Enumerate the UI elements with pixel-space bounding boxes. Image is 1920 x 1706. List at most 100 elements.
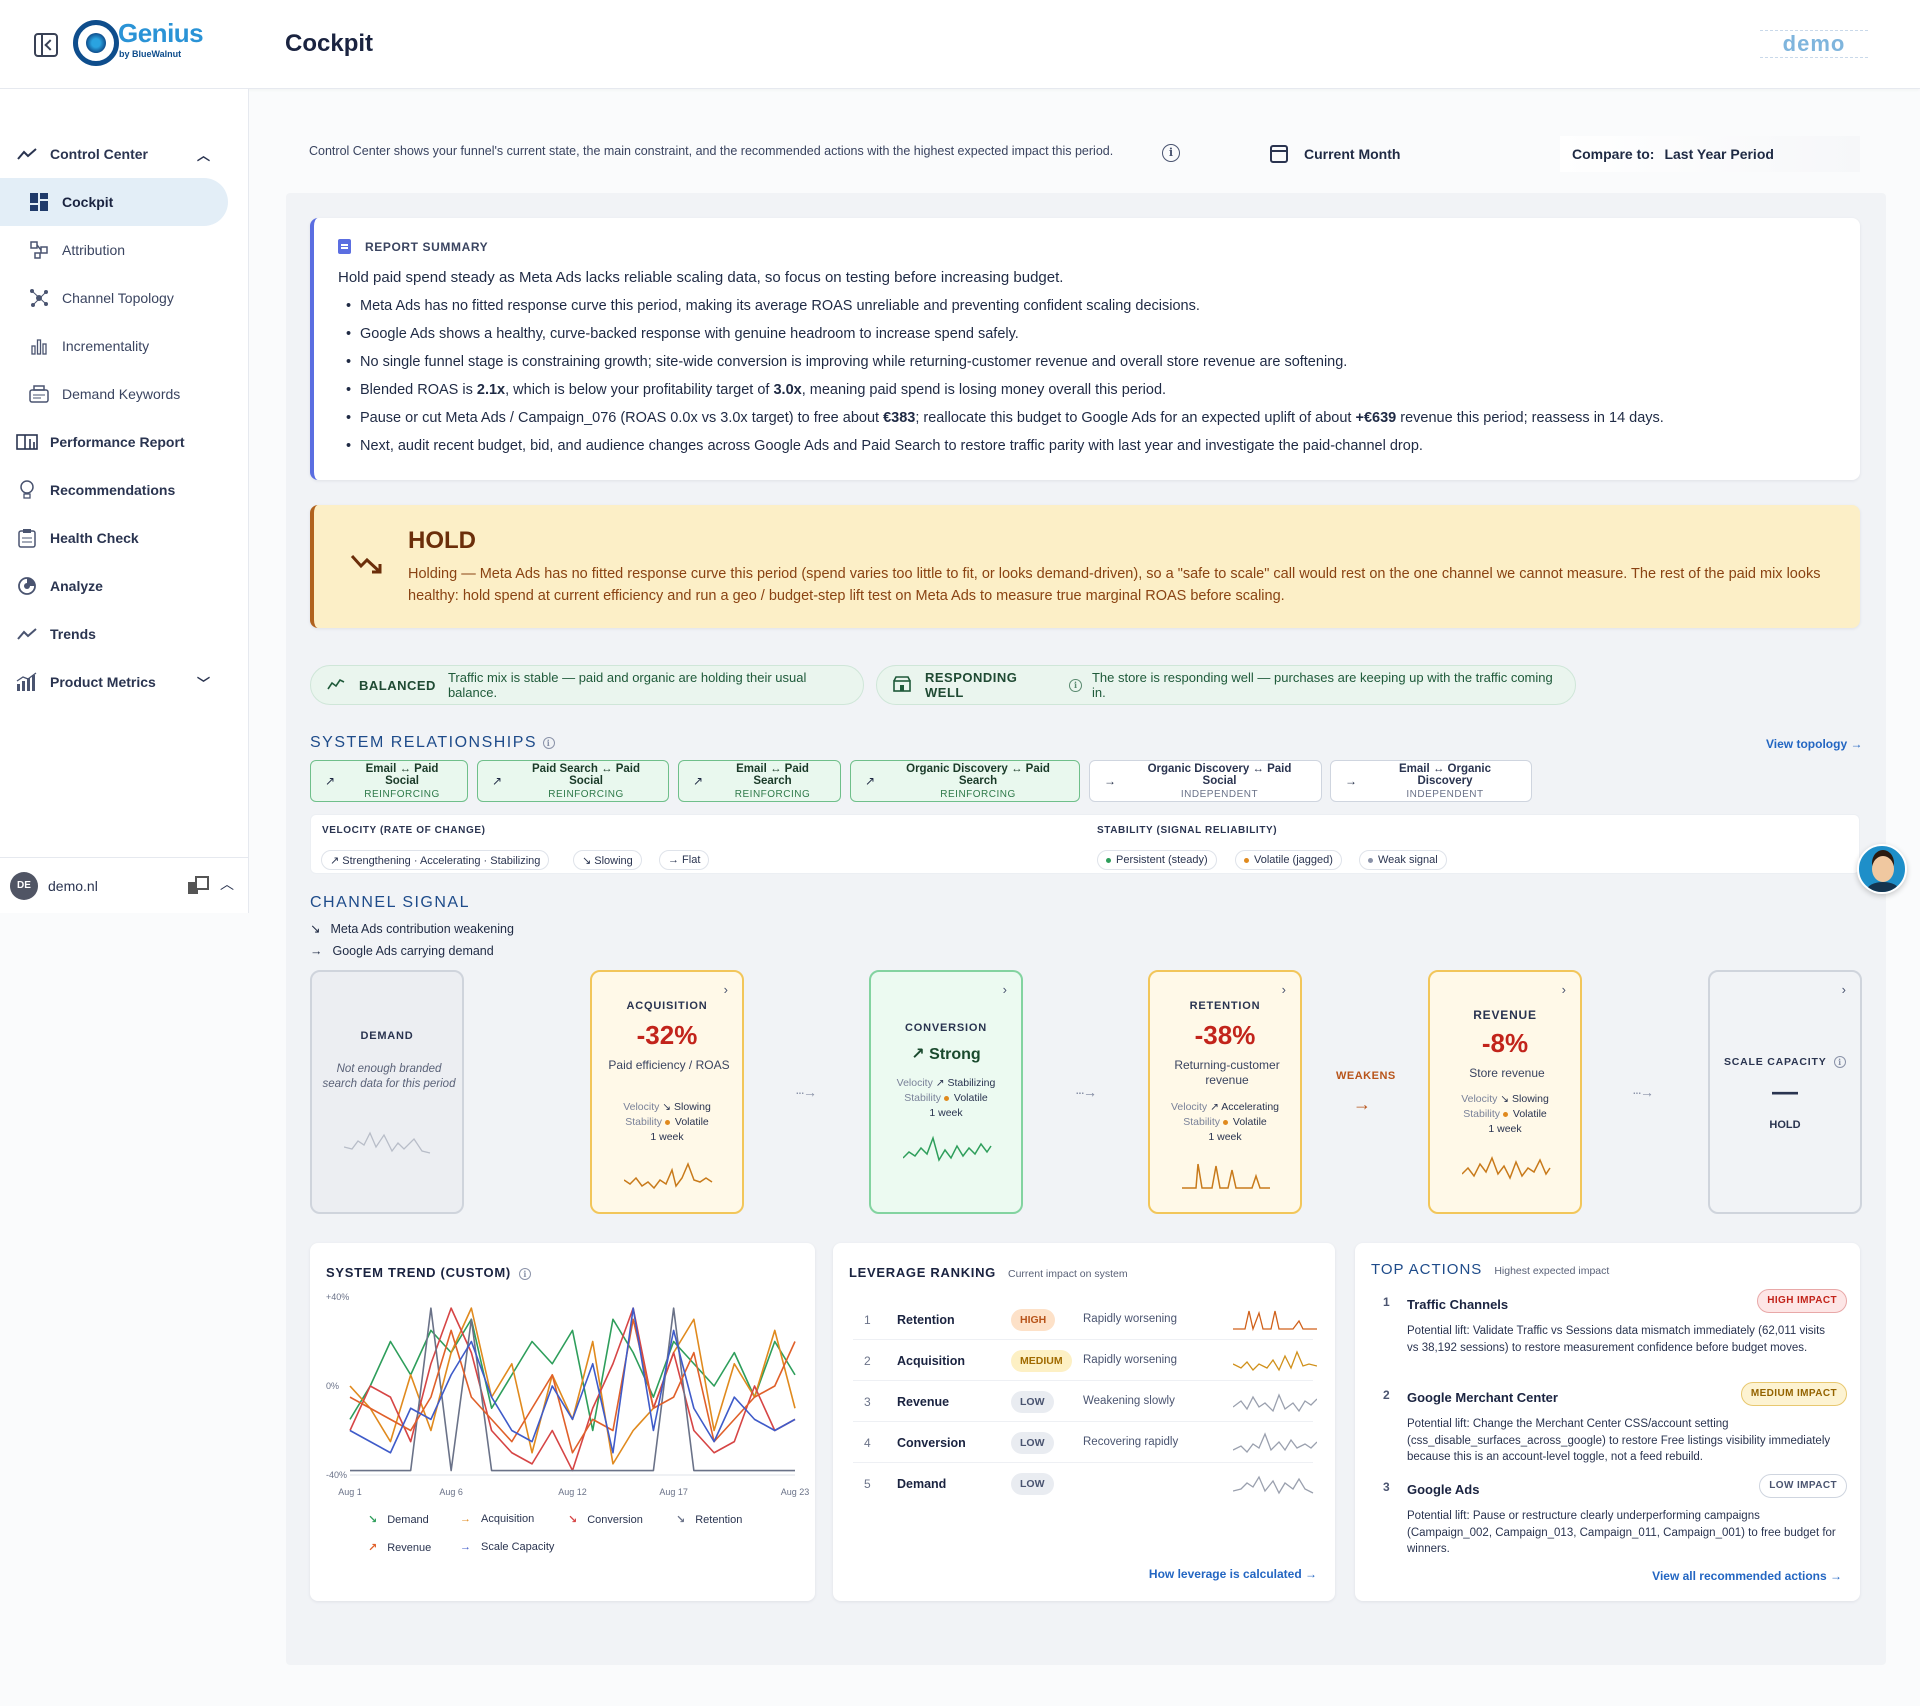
arrow-up-right-icon: ↗ — [693, 774, 704, 788]
velocity-legend-heading: VELOCITY (RATE OF CHANGE) — [322, 825, 486, 836]
clipboard-icon — [16, 527, 38, 549]
stage-card-revenue[interactable]: › REVENUE -8% Store revenue Velocity ↘ S… — [1428, 970, 1582, 1214]
info-icon[interactable]: i — [1069, 678, 1082, 692]
view-all-actions-link[interactable]: View all recommended actions → — [1652, 1569, 1842, 1583]
stage-velocity: Velocity ↘ Slowing — [1430, 1092, 1580, 1107]
info-icon[interactable]: i — [1162, 144, 1180, 162]
velocity-value: ↗ Accelerating — [1210, 1101, 1280, 1113]
switch-account-icon[interactable] — [188, 876, 209, 894]
stage-name: Revenue — [897, 1395, 950, 1409]
chevron-right-icon[interactable]: › — [1003, 982, 1007, 997]
bar-chart-icon — [28, 335, 50, 357]
report-summary-card: REPORT SUMMARY Hold paid spend steady as… — [310, 218, 1860, 480]
x-tick-label: Aug 23 — [781, 1487, 810, 1497]
stage-name: Demand — [897, 1477, 947, 1491]
sidebar-item-control-center[interactable]: Control Center ︿ — [0, 130, 228, 178]
sidebar-item-recommendations[interactable]: Recommendations — [0, 466, 228, 514]
relationship-chip[interactable]: ↗ Paid Search ↔ Paid Social REINFORCING — [477, 760, 669, 802]
sidebar-item-product-metrics[interactable]: Product Metrics ﹀ — [0, 658, 228, 706]
stability-label: Stability — [1183, 1116, 1220, 1128]
account-name[interactable]: demo.nl — [48, 878, 98, 894]
leverage-sparkline — [1233, 1475, 1314, 1495]
stage-card-retention[interactable]: › RETENTION -38% Returning-customer reve… — [1148, 970, 1302, 1214]
legend-arrow-icon: ↘ — [368, 1514, 378, 1526]
trend-line-icon — [16, 623, 38, 645]
freed-budget-value: €383 — [883, 410, 916, 426]
leverage-row[interactable]: 2 Acquisition MEDIUM Rapidly worsening — [853, 1340, 1317, 1381]
sidebar-item-analyze[interactable]: Analyze — [0, 562, 228, 610]
sidebar-item-demand-keywords[interactable]: Demand Keywords — [0, 370, 228, 418]
leverage-row[interactable]: 1 Retention HIGH Rapidly worsening — [853, 1299, 1317, 1340]
sidebar-item-channel-topology[interactable]: Channel Topology — [0, 274, 228, 322]
trend-down-icon — [350, 551, 384, 583]
assistant-avatar[interactable] — [1857, 844, 1907, 894]
impact-badge: LOW IMPACT — [1759, 1474, 1847, 1498]
leverage-row[interactable]: 4 Conversion LOW Recovering rapidly — [853, 1422, 1317, 1463]
chevron-right-icon[interactable]: › — [724, 982, 728, 997]
chevron-right-icon[interactable]: › — [1842, 982, 1846, 997]
stage-card-demand[interactable]: DEMAND Not enough branded search data fo… — [310, 970, 464, 1214]
sidebar-item-attribution[interactable]: Attribution — [0, 226, 228, 274]
relationship-chip[interactable]: ↗ Organic Discovery ↔ Paid Search REINFORC… — [850, 760, 1080, 802]
compare-value: Last Year Period — [1664, 146, 1774, 162]
stage-card-conversion[interactable]: › CONVERSION ↗ Strong Velocity ↗ Stabili… — [869, 970, 1023, 1214]
stage-window: 1 week — [1488, 1123, 1522, 1135]
gray-dot-icon — [1368, 857, 1373, 863]
rank-number: 2 — [864, 1354, 871, 1368]
info-icon[interactable]: i — [543, 736, 556, 749]
sidebar-collapse-icon[interactable] — [34, 33, 58, 57]
relationship-chip[interactable]: ↗ Email ↔ Paid Social REINFORCING — [310, 760, 468, 802]
card-title-label: SYSTEM TREND (CUSTOM) — [326, 1265, 511, 1280]
view-topology-link[interactable]: View topology → — [1766, 737, 1862, 751]
legend-arrow-icon: → — [460, 1541, 471, 1553]
sidebar-item-label: Product Metrics — [50, 674, 156, 690]
chevron-up-icon[interactable]: ︿ — [197, 145, 210, 164]
sidebar-item-incrementality[interactable]: Incrementality — [0, 322, 228, 370]
sidebar-item-performance-report[interactable]: Performance Report — [0, 418, 228, 466]
info-icon[interactable]: i — [1834, 1056, 1847, 1069]
weakens-label: WEAKENS — [1336, 1070, 1396, 1082]
legend-item: ↘ Conversion — [568, 1513, 643, 1526]
sidebar-item-health-check[interactable]: Health Check — [0, 514, 228, 562]
stage-name: CONVERSION — [905, 1022, 987, 1034]
relationship-chip[interactable]: → Email ↔ Organic Discovery INDEPENDENT — [1330, 760, 1532, 802]
stage-sparkline — [1462, 1155, 1551, 1180]
orange-dot-icon — [1502, 1112, 1508, 1117]
relationship-kind: REINFORCING — [734, 788, 811, 800]
stage-card-acquisition[interactable]: › ACQUISITION -32% Paid efficiency / ROA… — [590, 970, 744, 1214]
leverage-row[interactable]: 3 Revenue LOW Weakening slowly — [853, 1381, 1317, 1422]
text-segment: Pause or cut Meta Ads / Campaign_076 (RO… — [360, 410, 884, 426]
intro-text: Control Center shows your funnel's curre… — [309, 144, 1114, 158]
impact-badge: MEDIUM IMPACT — [1740, 1382, 1847, 1406]
relationship-chip[interactable]: → Organic Discovery ↔ Paid Social INDEPEND… — [1089, 760, 1322, 802]
card-subtitle: Highest expected impact — [1494, 1265, 1610, 1277]
arrow-down-right-icon: ↘ — [310, 922, 321, 936]
chevron-right-icon[interactable]: › — [1562, 982, 1566, 997]
sidebar-item-cockpit[interactable]: Cockpit — [0, 178, 228, 226]
stage-card-scale-capacity[interactable]: › SCALE CAPACITY i — HOLD — [1708, 970, 1862, 1214]
leverage-badge: LOW — [1011, 1391, 1054, 1413]
legend-item: → Scale Capacity — [460, 1541, 554, 1553]
arrow-up-right-icon: ↗ — [325, 774, 336, 788]
info-icon[interactable]: i — [519, 1267, 532, 1280]
compare-label: Compare to: — [1572, 146, 1655, 162]
chevron-down-icon[interactable]: ﹀ — [197, 673, 210, 692]
stability-label: Stability — [1463, 1108, 1500, 1120]
sidebar-item-trends[interactable]: Trends — [0, 610, 228, 658]
chevron-up-icon[interactable]: ︿ — [220, 874, 234, 894]
avatar[interactable]: DE — [10, 871, 38, 900]
relationship-chip[interactable]: ↗ Email ↔ Paid Search REINFORCING — [678, 760, 841, 802]
card-title-label: LEVERAGE RANKING — [849, 1265, 996, 1280]
y-tick-label: -40% — [326, 1470, 347, 1480]
leverage-badge: HIGH — [1011, 1309, 1056, 1331]
stage-name: Conversion — [897, 1436, 966, 1450]
leverage-description: Weakening slowly — [1083, 1395, 1175, 1407]
leverage-explainer-link[interactable]: How leverage is calculated → — [1149, 1567, 1317, 1581]
chevron-right-icon[interactable]: › — [1282, 982, 1286, 997]
velocity-legend-item: ↗ Strengthening · Accelerating · Stabili… — [321, 850, 550, 870]
orange-dot-icon — [664, 1120, 670, 1125]
compare-selector[interactable]: Compare to: Last Year Period — [1560, 136, 1860, 172]
system-trend-chart: +40% 0% -40% Aug 1 Aug 6 Aug 12 Aug 17 Aug 23 — [326, 1292, 810, 1497]
period-selector[interactable]: Current Month — [1264, 136, 1534, 172]
leverage-row[interactable]: 5 Demand LOW — [853, 1463, 1314, 1504]
